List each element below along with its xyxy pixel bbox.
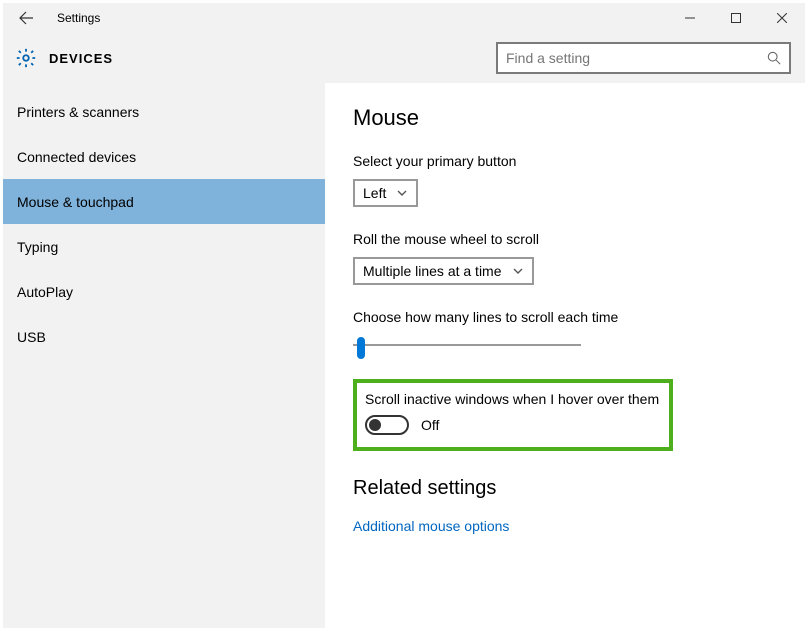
chevron-down-icon: [512, 265, 524, 277]
primary-button-label: Select your primary button: [353, 153, 805, 169]
back-arrow-icon: [18, 10, 34, 26]
lines-scroll-slider[interactable]: [353, 335, 581, 355]
sidebar-item-mouse-touchpad[interactable]: Mouse & touchpad: [3, 179, 325, 224]
title-bar: Settings: [3, 3, 805, 33]
wheel-scroll-select[interactable]: Multiple lines at a time: [353, 257, 534, 285]
page-title: Mouse: [353, 105, 805, 131]
close-icon: [777, 13, 787, 23]
window-title: Settings: [57, 11, 100, 25]
lines-scroll-label: Choose how many lines to scroll each tim…: [353, 309, 805, 325]
body: Printers & scanners Connected devices Mo…: [3, 83, 805, 628]
sidebar-item-connected-devices[interactable]: Connected devices: [3, 134, 325, 179]
back-button[interactable]: [3, 3, 49, 33]
additional-mouse-options-link[interactable]: Additional mouse options: [353, 518, 509, 534]
search-box[interactable]: [496, 42, 791, 74]
minimize-icon: [685, 13, 695, 23]
sidebar-item-label: Mouse & touchpad: [17, 194, 134, 210]
header: DEVICES: [3, 33, 805, 83]
search-input[interactable]: [506, 50, 767, 66]
category-title: DEVICES: [49, 51, 113, 66]
maximize-button[interactable]: [713, 3, 759, 33]
content-panel: Mouse Select your primary button Left Ro…: [325, 83, 805, 628]
scroll-inactive-toggle[interactable]: [365, 415, 409, 435]
close-button[interactable]: [759, 3, 805, 33]
sidebar-item-autoplay[interactable]: AutoPlay: [3, 269, 325, 314]
sidebar-item-label: Typing: [17, 239, 58, 255]
primary-button-value: Left: [363, 185, 386, 201]
minimize-button[interactable]: [667, 3, 713, 33]
wheel-scroll-value: Multiple lines at a time: [363, 263, 502, 279]
scroll-inactive-state: Off: [421, 417, 439, 433]
sidebar-item-typing[interactable]: Typing: [3, 224, 325, 269]
slider-track: [353, 344, 581, 346]
highlight-annotation: Scroll inactive windows when I hover ove…: [353, 379, 673, 451]
primary-button-select[interactable]: Left: [353, 179, 418, 207]
search-icon: [767, 51, 781, 65]
sidebar-item-usb[interactable]: USB: [3, 314, 325, 359]
sidebar: Printers & scanners Connected devices Mo…: [3, 83, 325, 628]
wheel-scroll-label: Roll the mouse wheel to scroll: [353, 231, 805, 247]
chevron-down-icon: [396, 187, 408, 199]
related-settings-heading: Related settings: [353, 477, 805, 500]
maximize-icon: [731, 13, 741, 23]
sidebar-item-label: USB: [17, 329, 46, 345]
gear-icon: [15, 47, 37, 69]
sidebar-item-label: Connected devices: [17, 149, 136, 165]
sidebar-item-label: AutoPlay: [17, 284, 73, 300]
scroll-inactive-label: Scroll inactive windows when I hover ove…: [365, 391, 661, 407]
slider-thumb[interactable]: [357, 337, 365, 359]
toggle-knob: [369, 419, 381, 431]
sidebar-item-printers[interactable]: Printers & scanners: [3, 89, 325, 134]
sidebar-item-label: Printers & scanners: [17, 104, 139, 120]
